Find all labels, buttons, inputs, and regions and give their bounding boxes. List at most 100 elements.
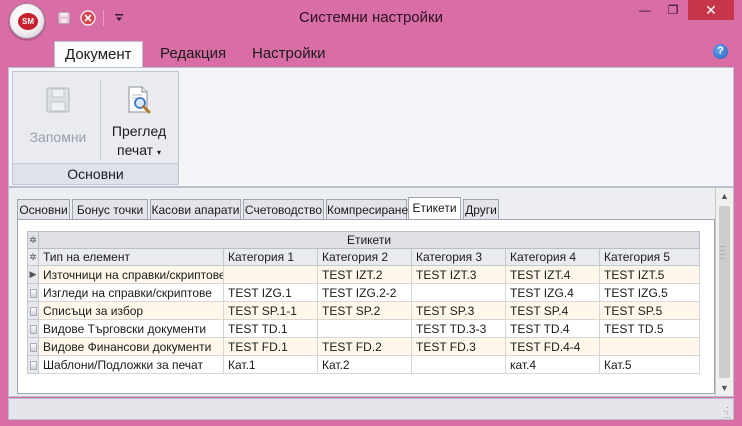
table-row[interactable]: Списъци за избор TEST SP.1-1 TEST SP.2 T…	[27, 301, 700, 320]
table-cell[interactable]: TEST FD.1	[223, 337, 318, 356]
app-menu-button[interactable]: SM	[9, 3, 45, 39]
table-cell[interactable]: TEST SP.3	[411, 301, 506, 320]
table-cell[interactable]: TEST FD.3	[411, 337, 506, 356]
table-cell[interactable]: TEST IZG.5	[599, 283, 700, 302]
scroll-up-icon[interactable]: ▲	[716, 188, 733, 204]
save-label: Запомни	[29, 129, 87, 145]
print-preview-label-line1: Преглед	[111, 123, 167, 139]
application-window: SM Системни настройки — ❐ ✕ Документ Ред…	[0, 0, 742, 426]
table-cell[interactable]: TEST IZG.4	[505, 283, 600, 302]
print-preview-icon	[123, 84, 155, 116]
tab-other[interactable]: Други	[463, 199, 499, 220]
table-cell[interactable]: Кат.2	[317, 355, 412, 374]
column-header[interactable]: Тип на елемент	[38, 248, 224, 266]
window-controls: — ❐ ✕	[632, 0, 734, 20]
column-header[interactable]: Категория 4	[505, 248, 600, 266]
table-cell[interactable]: Кат.5	[599, 355, 700, 374]
group-separator	[100, 80, 101, 160]
table-cell[interactable]	[223, 265, 318, 284]
table-cell[interactable]: TEST IZT.3	[411, 265, 506, 284]
table-cell[interactable]: Кат.1	[223, 355, 318, 374]
table-cell[interactable]: Видове Търговски документи	[38, 319, 224, 338]
table-cell[interactable]: TEST IZT.2	[317, 265, 412, 284]
dropdown-arrow-icon: ▾	[156, 148, 161, 157]
window-title: Системни настройки	[299, 9, 443, 26]
table-cell[interactable]: TEST FD.2	[317, 337, 412, 356]
row-selector[interactable]	[27, 301, 39, 320]
tab-bonus-points[interactable]: Бонус точки	[72, 199, 148, 220]
print-preview-label-line2: печат	[117, 142, 154, 158]
tab-accounting[interactable]: Счетоводство	[243, 199, 324, 220]
resize-grip-icon[interactable]: .:.:.	[723, 405, 731, 420]
table-cell[interactable]: TEST IZG.2-2	[317, 283, 412, 302]
minimize-button[interactable]: —	[632, 0, 658, 20]
row-selector[interactable]	[27, 283, 39, 302]
grid-corner-icon[interactable]: ✲	[27, 231, 39, 249]
close-button[interactable]: ✕	[688, 0, 734, 20]
ribbon-group-caption: Основни	[13, 163, 178, 184]
table-cell[interactable]: TEST IZT.5	[599, 265, 700, 284]
column-header[interactable]: Категория 3	[411, 248, 506, 266]
print-preview-button[interactable]: Преглед печат ▾	[103, 76, 175, 164]
table-cell[interactable]	[411, 355, 506, 374]
table-cell[interactable]: TEST TD.3-3	[411, 319, 506, 338]
table-cell[interactable]: TEST SP.2	[317, 301, 412, 320]
table-cell[interactable]: Шаблони/Подложки за печат	[38, 355, 224, 374]
table-cell[interactable]: TEST IZG.1	[223, 283, 318, 302]
status-bar: .:.:.	[8, 398, 734, 420]
table-cell[interactable]: Източници на справки/скриптове	[38, 265, 224, 284]
column-header[interactable]: Категория 5	[599, 248, 700, 266]
row-selector[interactable]	[27, 337, 39, 356]
ribbon-tab-document[interactable]: Документ	[54, 41, 143, 68]
scrollbar-thumb[interactable]	[719, 206, 730, 378]
row-selector[interactable]	[27, 319, 39, 338]
column-header[interactable]: Категория 2	[317, 248, 412, 266]
title-bar: SM Системни настройки — ❐ ✕	[0, 0, 742, 39]
table-cell[interactable]	[317, 319, 412, 338]
ribbon-tab-settings[interactable]: Настройки	[242, 41, 336, 68]
save-button[interactable]: Запомни	[19, 76, 97, 164]
table-row[interactable]: Видове Финансови документи TEST FD.1 TES…	[27, 337, 700, 356]
app-logo-icon: SM	[18, 13, 38, 30]
row-indicator-icon[interactable]: ▶	[27, 265, 39, 284]
table-cell[interactable]: TEST TD.5	[599, 319, 700, 338]
table-cell[interactable]: TEST SP.5	[599, 301, 700, 320]
table-cell[interactable]	[599, 337, 700, 356]
ribbon-tab-strip: Документ Редакция Настройки ?	[8, 38, 734, 68]
tab-labels[interactable]: Етикети	[408, 197, 461, 221]
restore-button[interactable]: ❐	[660, 0, 686, 20]
ribbon-tab-edit[interactable]: Редакция	[150, 41, 236, 68]
table-cell[interactable]	[411, 283, 506, 302]
ribbon-panel: Запомни Преглед печат ▾ Основни	[8, 67, 734, 187]
table-cell[interactable]: TEST SP.4	[505, 301, 600, 320]
table-cell[interactable]: TEST IZT.4	[505, 265, 600, 284]
row-selector[interactable]	[27, 355, 39, 374]
tab-cash-registers[interactable]: Касови апарати	[150, 199, 241, 220]
column-header[interactable]: Категория 1	[223, 248, 318, 266]
tab-compression[interactable]: Компресиране	[326, 199, 408, 220]
table-cell[interactable]: TEST FD.4-4	[505, 337, 600, 356]
table-cell[interactable]: Видове Финансови документи	[38, 337, 224, 356]
table-row[interactable]: Изгледи на справки/скриптове TEST IZG.1 …	[27, 283, 700, 302]
table-row[interactable]: ▶ Източници на справки/скриптове TEST IZ…	[27, 265, 700, 284]
help-icon[interactable]: ?	[713, 44, 728, 59]
grid-band-header: ✲ Етикети	[27, 231, 700, 249]
table-cell[interactable]: Изгледи на справки/скриптове	[38, 283, 224, 302]
table-cell[interactable]: кат.4	[505, 355, 600, 374]
table-cell[interactable]: TEST SP.1-1	[223, 301, 318, 320]
table-cell[interactable]: TEST TD.4	[505, 319, 600, 338]
tab-basic[interactable]: Основни	[17, 199, 70, 220]
vertical-scrollbar[interactable]: ▲ :::: ▼	[715, 188, 733, 396]
table-row[interactable]: Видове Търговски документи TEST TD.1 TES…	[27, 319, 700, 338]
grid-column-headers: ✲ Тип на елемент Категория 1 Категория 2…	[27, 248, 700, 266]
table-cell[interactable]: Списъци за избор	[38, 301, 224, 320]
settings-content: Основни Бонус точки Касови апарати Счето…	[8, 187, 734, 397]
scrollbar-grip-icon: ::::	[720, 243, 726, 261]
scroll-down-icon[interactable]: ▼	[716, 380, 733, 396]
labels-tab-panel: ✲ Етикети ✲ Тип на елемент Категория 1 К…	[17, 219, 715, 394]
column-chooser-icon[interactable]: ✲	[27, 248, 39, 266]
labels-grid: ✲ Етикети ✲ Тип на елемент Категория 1 К…	[27, 231, 700, 374]
table-cell[interactable]: TEST TD.1	[223, 319, 318, 338]
table-row[interactable]: Шаблони/Подложки за печат Кат.1 Кат.2 ка…	[27, 355, 700, 374]
print-preview-label: Преглед печат ▾	[112, 122, 166, 162]
